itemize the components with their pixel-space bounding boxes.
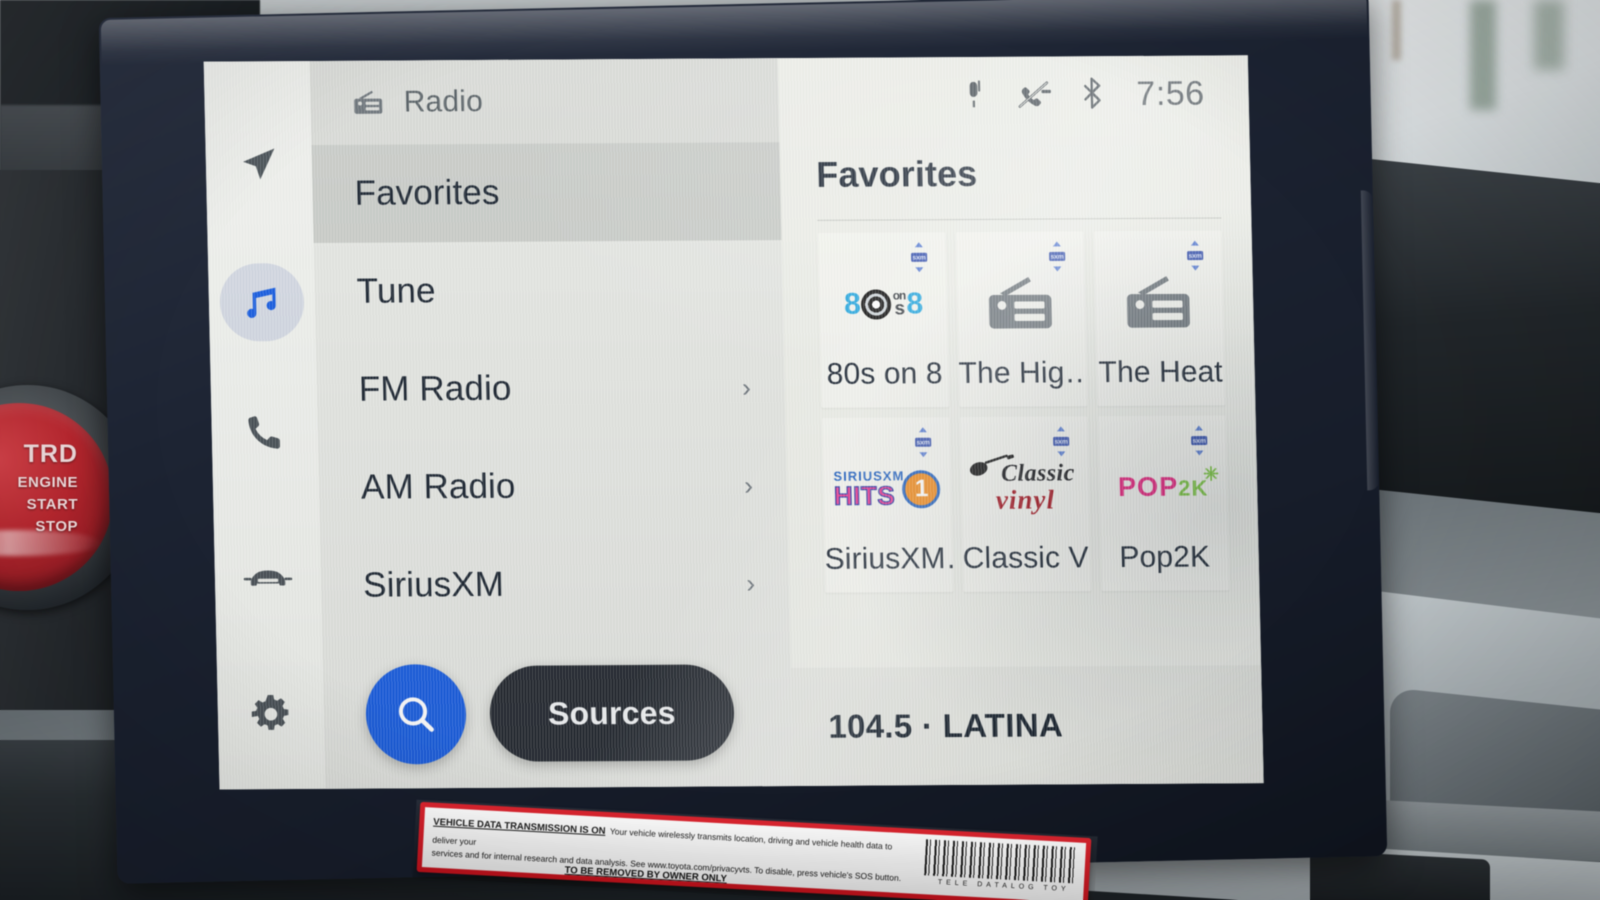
- logo-text-pop: POP: [1117, 471, 1179, 503]
- logo-text-vinyl: vinyl: [995, 484, 1056, 515]
- list-item-label: Tune: [356, 271, 437, 311]
- gear-icon: [251, 695, 289, 730]
- status-bar: 7:56: [778, 55, 1250, 134]
- favorite-tile[interactable]: sxm POP2K ✳ Pop2K: [1097, 415, 1230, 592]
- window-foliage-blur-2: [1534, 0, 1564, 70]
- radio-source-list: Favorites Tune FM Radio › AM Radio › Sir…: [311, 142, 791, 635]
- logo-text-eight-left: 8: [843, 287, 861, 321]
- list-item-favorites[interactable]: Favorites: [311, 142, 782, 243]
- now-playing-bar[interactable]: 104.5 · LATINA: [791, 665, 1264, 786]
- radio-generic-icon: [988, 276, 1052, 329]
- sidebar-item-settings[interactable]: [227, 673, 315, 756]
- start-button-sublabel-line1: ENGINE: [17, 474, 78, 491]
- favorite-tile-label: 80s on 8: [826, 357, 943, 391]
- logo-text-channel-number: 1: [902, 469, 942, 508]
- sxm-badge-text: sxm: [1055, 439, 1068, 446]
- chevron-right-icon: ›: [743, 470, 754, 501]
- favorite-tile[interactable]: sxm 8 on s 8 80s on 8: [817, 232, 950, 408]
- start-button-sublabel: ENGINE START STOP: [0, 472, 78, 538]
- search-icon: [398, 697, 434, 732]
- list-item-siriusxm[interactable]: SiriusXM ›: [320, 534, 790, 635]
- sparkle-icon: ✳: [1202, 464, 1221, 486]
- sxm-badge-text: sxm: [912, 254, 925, 261]
- sxm-badge-icon: sxm: [915, 427, 932, 458]
- start-button-sublabel-line2: START: [26, 496, 78, 513]
- favorite-tile[interactable]: sxm SIRIUSXM HITS 1 SiriusXM…: [821, 417, 954, 593]
- list-item-label: SiriusXM: [362, 564, 505, 605]
- favorite-tile[interactable]: sxm The Hig…: [955, 231, 1088, 408]
- sxm-badge-text: sxm: [1050, 254, 1063, 261]
- favorite-tile[interactable]: sxm Classic vinyl Classic V…: [959, 416, 1092, 592]
- start-button-brand-label: TRD: [23, 440, 78, 468]
- sxm-badge-icon: sxm: [1187, 240, 1204, 271]
- favorite-tile-label: SiriusXM…: [824, 542, 954, 576]
- sidebar-item-vehicle[interactable]: [224, 535, 312, 618]
- radio-list-panel: Radio Favorites Tune FM Radio › AM Radio…: [309, 58, 794, 789]
- microphone-muted-icon[interactable]: [958, 79, 989, 111]
- sidebar-item-phone[interactable]: [221, 391, 309, 474]
- sidebar-item-media[interactable]: [218, 261, 306, 344]
- list-item-label: Favorites: [354, 172, 500, 213]
- chevron-right-icon: ›: [741, 372, 752, 403]
- chevron-right-icon: ›: [746, 568, 756, 599]
- call-muted-icon[interactable]: [1014, 79, 1055, 109]
- radio-icon: [354, 90, 383, 114]
- favorites-grid: sxm 8 on s 8 80s on 8 sxm The Hig… sxm T…: [781, 218, 1259, 593]
- console-vent: [1310, 850, 1490, 900]
- list-item-label: AM Radio: [360, 466, 516, 507]
- phone-icon: [248, 416, 280, 449]
- sxm-badge-icon: sxm: [1191, 425, 1208, 456]
- music-note-icon: [247, 287, 276, 318]
- car-icon: [243, 570, 293, 586]
- list-item-label: FM Radio: [358, 368, 512, 409]
- favorite-tile-label: The Heat: [1098, 355, 1224, 390]
- favorites-panel: 7:56 Favorites sxm 8 on s 8 80s on 8 sxm…: [777, 55, 1264, 786]
- list-item-tune[interactable]: Tune: [314, 240, 784, 341]
- sxm-badge-text: sxm: [1193, 438, 1206, 445]
- logo-text-eight-right: 8: [906, 286, 923, 320]
- sxm-badge-icon: sxm: [911, 242, 928, 273]
- sxm-badge-text: sxm: [1188, 253, 1201, 260]
- record-disc-glyph: [860, 288, 892, 320]
- logo-text-hits: HITS: [833, 480, 896, 512]
- status-clock: 7:56: [1135, 74, 1206, 113]
- navigation-arrow-icon: [243, 148, 275, 180]
- search-button[interactable]: [364, 664, 468, 765]
- radio-generic-icon: [1126, 275, 1190, 328]
- sidebar-item-navigation[interactable]: [215, 123, 303, 206]
- favorite-tile[interactable]: sxm The Heat: [1093, 230, 1226, 407]
- sxm-badge-icon: sxm: [1053, 426, 1070, 457]
- app-sidebar: [203, 61, 326, 790]
- window-pole-blur: [1392, 0, 1401, 60]
- infotainment-screen: Radio Favorites Tune FM Radio › AM Radio…: [203, 55, 1264, 790]
- window-foliage-blur: [1470, 0, 1496, 110]
- favorite-tile-label: Pop2K: [1119, 540, 1211, 575]
- favorite-tile-label: The Hig…: [958, 356, 1088, 391]
- favorites-title: Favorites: [815, 152, 978, 195]
- list-action-bar: Sources: [364, 662, 735, 765]
- sxm-badge-text: sxm: [916, 439, 929, 446]
- guitar-icon: [970, 454, 1015, 476]
- favorite-tile-label: Classic V…: [962, 541, 1092, 575]
- list-panel-header: Radio: [309, 58, 780, 146]
- list-item-fm-radio[interactable]: FM Radio ›: [316, 338, 786, 439]
- logo-text-s: s: [894, 297, 905, 320]
- bluetooth-icon[interactable]: [1080, 77, 1105, 111]
- list-panel-title: Radio: [403, 84, 484, 119]
- sticker-heading: VEHICLE DATA TRANSMISSION IS ON: [433, 816, 606, 837]
- infotainment-head-unit: Radio Favorites Tune FM Radio › AM Radio…: [98, 0, 1388, 884]
- list-item-am-radio[interactable]: AM Radio ›: [318, 436, 788, 537]
- sources-button[interactable]: Sources: [488, 664, 735, 762]
- barcode-icon: [924, 839, 1076, 884]
- sxm-badge-icon: sxm: [1049, 241, 1066, 272]
